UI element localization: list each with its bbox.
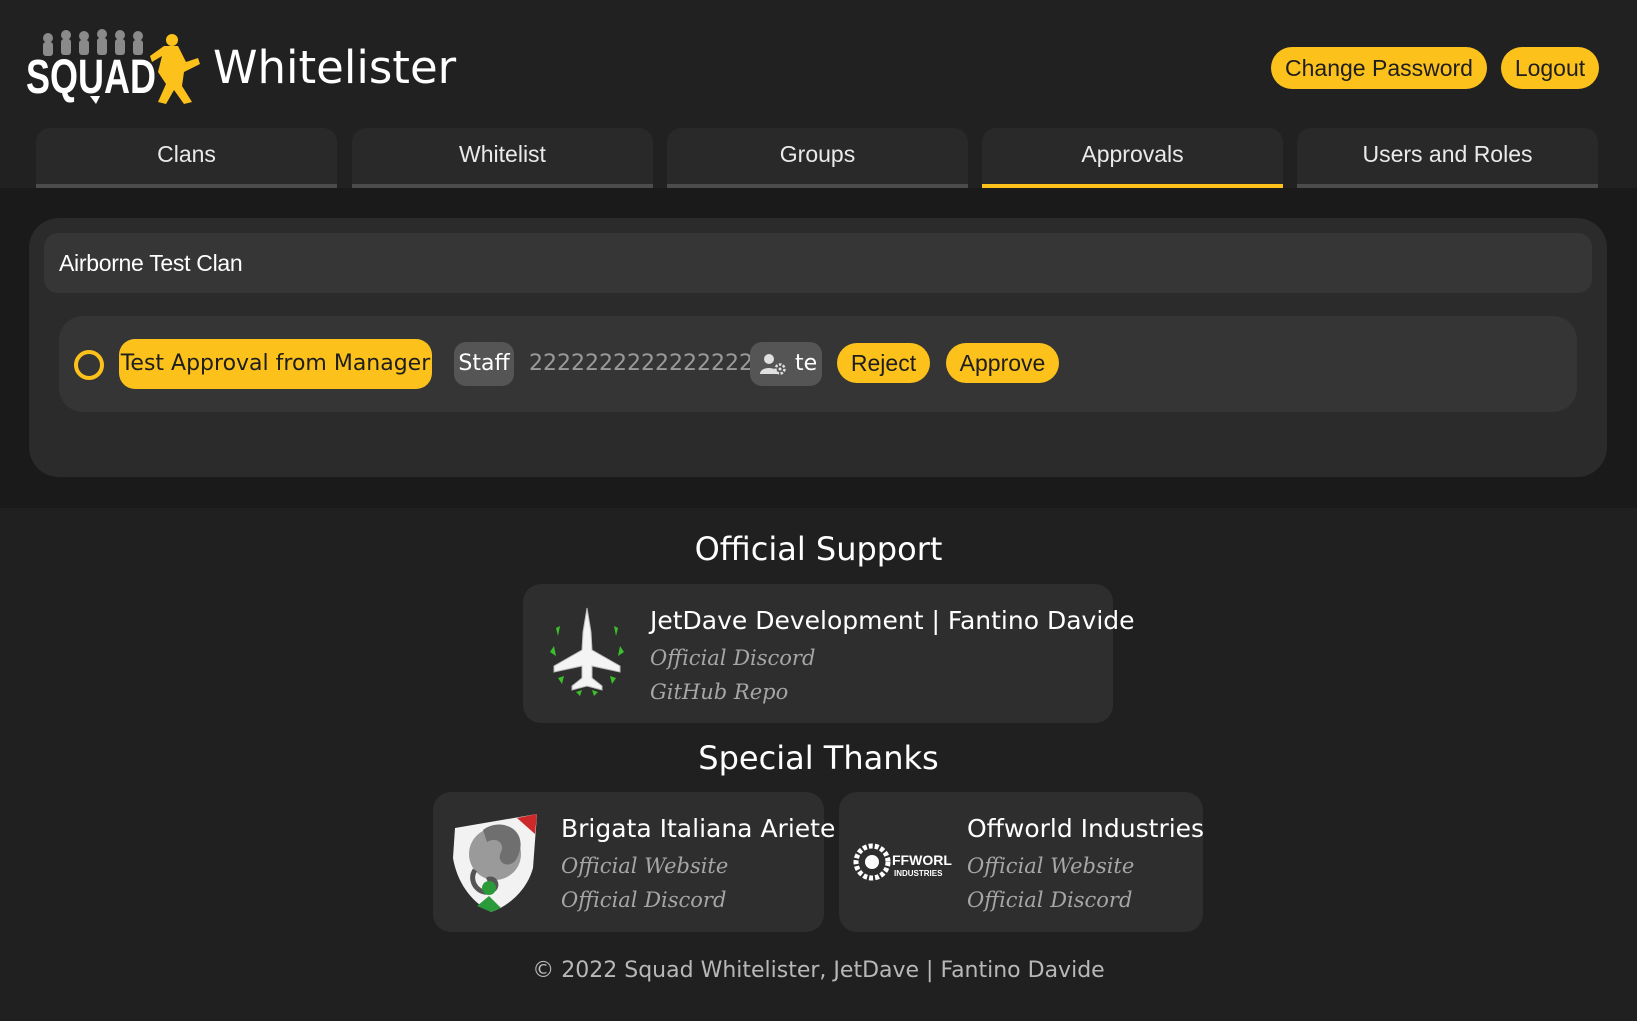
tab-whitelist[interactable]: Whitelist	[352, 128, 653, 188]
app-title: Whitelister	[213, 41, 457, 94]
offworld-logo-icon: FFWORLD INDUSTRIES	[853, 843, 952, 881]
support-github-link[interactable]: GitHub Repo	[650, 680, 788, 704]
reject-button[interactable]: Reject	[837, 343, 930, 383]
offworld-website-link[interactable]: Official Website	[967, 854, 1134, 878]
approval-name: Test Approval from Manager	[119, 339, 432, 389]
official-support-title: Official Support	[694, 530, 943, 568]
requester-badge: te	[750, 342, 822, 386]
svg-text:FFWORLD: FFWORLD	[892, 852, 952, 868]
tab-groups[interactable]: Groups	[667, 128, 968, 188]
steam-id: 22222222222222222	[529, 351, 767, 376]
clan-header[interactable]: Airborne Test Clan	[44, 233, 1592, 293]
requester-name: te	[795, 351, 818, 376]
tab-clans[interactable]: Clans	[36, 128, 337, 188]
svg-text:INDUSTRIES: INDUSTRIES	[894, 869, 943, 878]
squad-logo: SQUAD	[26, 29, 200, 104]
user-gear-icon	[760, 354, 786, 375]
special-thanks-title: Special Thanks	[698, 739, 939, 777]
logout-button[interactable]: Logout	[1501, 47, 1599, 89]
ram-shield-icon	[453, 814, 537, 912]
group-badge: Staff	[454, 342, 514, 386]
tab-approvals[interactable]: Approvals	[982, 128, 1283, 188]
footer-copyright: © 2022 Squad Whitelister, JetDave | Fant…	[532, 958, 1105, 983]
ariete-discord-link[interactable]: Official Discord	[561, 888, 726, 912]
support-name: JetDave Development | Fantino Davide	[650, 606, 1135, 635]
change-password-button[interactable]: Change Password	[1271, 47, 1487, 89]
offworld-discord-link[interactable]: Official Discord	[967, 888, 1132, 912]
approval-select-radio[interactable]	[74, 350, 104, 380]
offworld-name: Offworld Industries	[967, 814, 1205, 843]
jet-icon	[550, 607, 624, 696]
ariete-website-link[interactable]: Official Website	[561, 854, 728, 878]
approve-button[interactable]: Approve	[946, 343, 1059, 383]
ariete-name: Brigata Italiana Ariete	[561, 814, 836, 843]
tab-bar: Clans Whitelist Groups Approvals Users a…	[0, 128, 1637, 188]
support-discord-link[interactable]: Official Discord	[650, 646, 815, 670]
tab-users-and-roles[interactable]: Users and Roles	[1297, 128, 1598, 188]
